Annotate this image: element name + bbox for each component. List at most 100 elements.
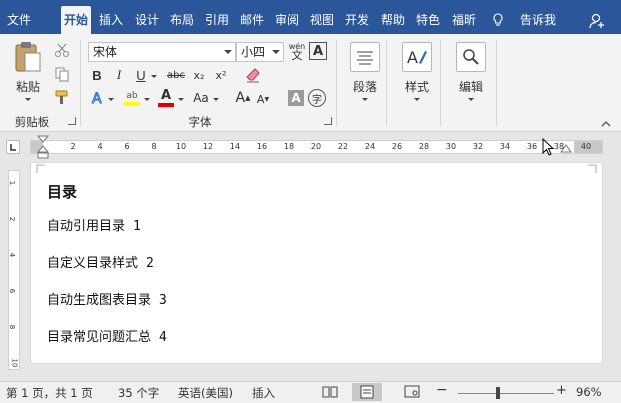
toc-entry-text: 自动生成图表目录 [47, 293, 152, 308]
bold-button[interactable]: B [88, 66, 106, 84]
word-count[interactable]: 35 个字 [118, 385, 159, 401]
tab-selector[interactable] [6, 140, 20, 154]
zoom-level[interactable]: 96% [576, 385, 602, 399]
clear-formatting-eraser-icon[interactable] [244, 66, 262, 84]
tab-4[interactable]: 布局 [167, 6, 197, 34]
page-corner-mark [36, 164, 45, 173]
toc-entry-page: 1 [133, 219, 141, 234]
tab-11[interactable]: 特色 [413, 6, 443, 34]
underline-button[interactable]: U [132, 66, 150, 84]
text-effects-dropdown-icon[interactable] [108, 98, 114, 101]
toc-entry[interactable]: 自动引用目录 1 [47, 215, 141, 234]
share-user-icon[interactable] [588, 12, 606, 30]
font-name-combo[interactable]: 宋体 [88, 42, 236, 62]
styles-button[interactable]: A 样式 [395, 38, 439, 110]
tab-12[interactable]: 福昕 [449, 6, 479, 34]
font-size-combo[interactable]: 小四 [236, 42, 284, 62]
clipboard-launcher[interactable] [68, 117, 76, 125]
editing-button[interactable]: 编辑 [449, 38, 493, 110]
horizontal-ruler[interactable]: 2 4 6 8 10 12 14 16 18 20 22 24 26 28 30 32 34 36 38 40 [30, 135, 603, 159]
tab-1[interactable]: 开始 [61, 6, 92, 34]
tab-5[interactable]: 引用 [202, 6, 232, 34]
language-indicator[interactable]: 英语(美国) [178, 385, 233, 401]
font-name-dropdown-icon[interactable] [224, 50, 232, 54]
highlight-dropdown-icon[interactable] [144, 98, 150, 101]
group-separator [440, 40, 441, 126]
format-painter-icon[interactable] [54, 89, 70, 105]
tab-10[interactable]: 帮助 [378, 6, 408, 34]
shrink-font-icon[interactable]: A ▼ [256, 92, 270, 106]
ruler-number: 12 [202, 142, 214, 151]
font-group-label: 字体 [188, 115, 212, 129]
insert-mode-indicator[interactable]: 插入 [252, 385, 275, 401]
tell-me-label: 告诉我 [520, 13, 557, 27]
underline-dropdown-icon[interactable] [151, 75, 157, 78]
indent-markers-icon[interactable] [37, 135, 49, 159]
phonetic-guide-icon: 文 [291, 49, 303, 62]
left-tab-icon [10, 144, 16, 151]
document-page[interactable]: 目录 自动引用目录 1 自定义目录样式 2 自动生成图表目录 3 目录常见问题汇总 4 [30, 162, 603, 364]
grow-font-icon[interactable]: A ▲ [236, 90, 251, 106]
paste-label: 粘贴 [15, 80, 40, 94]
text-effects-icon[interactable]: A [90, 90, 106, 107]
phonetic-guide-button[interactable]: wén 文 [287, 40, 307, 62]
tab-9[interactable]: 开发 [342, 6, 372, 34]
subscript-button[interactable]: x₂ [190, 66, 208, 84]
tab-3[interactable]: 设计 [132, 6, 162, 34]
enclose-characters-icon[interactable]: 字 [308, 89, 326, 107]
ruler-number: 34 [499, 142, 511, 151]
tab-0[interactable]: 文件 [4, 6, 34, 34]
group-separator [336, 40, 337, 126]
tab-6[interactable]: 邮件 [237, 6, 267, 34]
toc-entry[interactable]: 目录常见问题汇总 4 [47, 326, 167, 345]
paragraph-button[interactable]: 段落 [343, 38, 387, 110]
font-launcher[interactable] [324, 117, 332, 125]
highlight-color-button[interactable]: ab [122, 88, 142, 108]
ruler-number: 36 [526, 142, 538, 151]
right-indent-marker-icon[interactable] [560, 143, 572, 153]
zoom-slider-thumb[interactable] [496, 387, 500, 399]
paste-button[interactable]: 粘贴 [6, 38, 50, 110]
change-case-dropdown-icon[interactable] [213, 98, 219, 101]
toc-heading: 目录 [47, 183, 78, 201]
font-color-dropdown-icon[interactable] [178, 98, 184, 101]
ruler-number: 20 [310, 142, 322, 151]
tab-2[interactable]: 插入 [96, 6, 126, 34]
zoom-in-button[interactable]: + [556, 383, 567, 398]
vertical-scrollbar[interactable] [604, 162, 621, 380]
ruler-number: 16 [256, 142, 268, 151]
styles-dropdown-icon [414, 98, 420, 101]
page-count[interactable]: 第 1 页，共 1 页 [6, 385, 93, 401]
tab-7[interactable]: 审阅 [272, 6, 302, 34]
font-size-dropdown-icon[interactable] [272, 50, 280, 54]
character-shading-icon[interactable]: A [288, 90, 304, 106]
web-layout-icon[interactable] [404, 385, 420, 399]
ruler-number: 40 [580, 142, 592, 151]
print-layout-button[interactable] [352, 383, 382, 401]
read-mode-book-icon[interactable] [322, 385, 338, 399]
collapse-ribbon-chevron-icon[interactable] [600, 120, 612, 128]
print-layout-icon [360, 385, 374, 399]
paste-dropdown-icon[interactable] [25, 98, 31, 101]
zoom-slider-track[interactable] [458, 393, 554, 394]
superscript-button[interactable]: x² [212, 66, 230, 84]
italic-button[interactable]: I [110, 66, 128, 84]
highlighter-icon: ab [126, 91, 138, 101]
change-case-button[interactable]: Aa [190, 90, 212, 106]
tab-8[interactable]: 视图 [307, 6, 337, 34]
toc-entry[interactable]: 自动生成图表目录 3 [47, 289, 167, 308]
toc-entry[interactable]: 自定义目录样式 2 [47, 252, 154, 271]
font-color-button[interactable]: A [156, 88, 176, 108]
toc-entry-page: 4 [159, 330, 167, 345]
strikethrough-button[interactable]: abc [164, 66, 188, 84]
ruler-number: 26 [391, 142, 403, 151]
zoom-out-button[interactable]: − [436, 382, 448, 398]
copy-icon[interactable] [54, 66, 70, 82]
cut-scissors-icon[interactable] [54, 42, 70, 58]
character-border-icon[interactable]: A [309, 42, 327, 60]
group-separator [80, 40, 81, 126]
toc-entry-text: 自动引用目录 [47, 219, 126, 234]
font-color-a-icon: A [160, 88, 172, 103]
vertical-ruler[interactable]: 1 2 4 6 8 10 [8, 170, 20, 370]
ruler-number: 22 [337, 142, 349, 151]
